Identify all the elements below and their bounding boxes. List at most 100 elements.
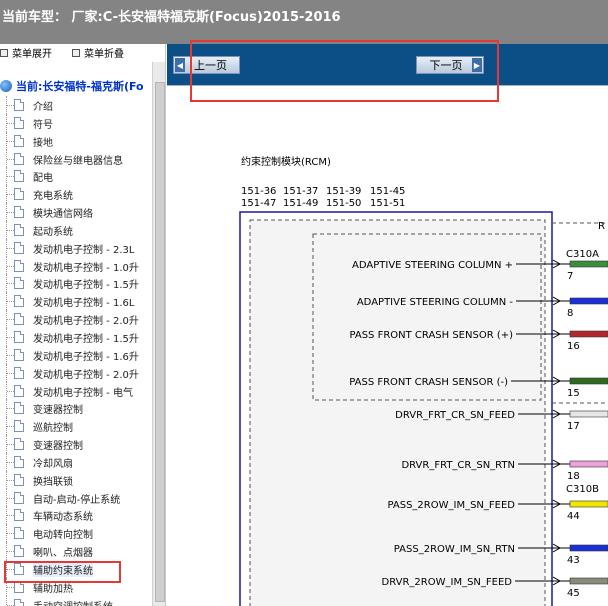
tree-item[interactable]: 模块通信网络 [0, 203, 152, 221]
tree-item[interactable]: 手动空调控制系统 [0, 595, 152, 606]
tree-item[interactable]: 发动机电子控制 - 2.3L [0, 238, 152, 257]
tree-item[interactable]: 发动机电子控制 - 2.0升 [0, 310, 152, 328]
wire [569, 544, 608, 552]
tree-item[interactable]: 变速器控制 [0, 435, 152, 453]
wire [569, 330, 608, 338]
tree-item[interactable]: 接地 [0, 131, 152, 150]
document-icon [14, 206, 24, 219]
tree-connector [7, 212, 14, 214]
pins-top-row: 151-36 151-37 151-39 151-45 [241, 186, 405, 197]
pins-bottom-row: 151-47 151-49 151-50 151-51 [241, 198, 405, 209]
tree-item[interactable]: 发动机电子控制 - 1.5升 [0, 274, 152, 293]
tree-connector [7, 336, 14, 338]
document-icon [14, 116, 24, 129]
pin-label-top: 151-37 [283, 186, 318, 197]
tree-item[interactable]: 发动机电子控制 - 2.0升 [0, 363, 152, 382]
tree-connector [7, 497, 14, 499]
globe-icon [0, 80, 12, 92]
tree-item[interactable]: 喇叭、点烟器 [0, 542, 152, 560]
tree-connector [7, 158, 14, 160]
tree-item[interactable]: 发动机电子控制 - 1.5升 [0, 327, 152, 346]
wiring-diagram: 约束控制模块(RCM) 151-36 151-37 151-39 151-45 151… [167, 85, 608, 606]
tree-item[interactable]: 冷却风扇 [0, 452, 152, 471]
tree-item[interactable]: 换挡联锁 [0, 470, 152, 489]
tree-item[interactable]: 发动机电子控制 - 1.0升 [0, 256, 152, 275]
wire [569, 577, 608, 585]
tree-item-label: 变速器控制 [33, 441, 83, 453]
wire [569, 377, 608, 385]
signal-label: DRVR_FRT_CR_SN_RTN [401, 460, 515, 471]
tree-item-label: 充电系统 [33, 191, 73, 203]
document-icon [14, 348, 24, 361]
tree-item[interactable]: 符号 [0, 113, 152, 132]
tree-item-label: 模块通信网络 [33, 209, 93, 221]
pin-number: 17 [567, 421, 580, 432]
collapse-icon [72, 48, 80, 57]
pin-number: 8 [567, 308, 573, 319]
document-icon [14, 598, 24, 606]
collapse-menu-button[interactable]: 菜单折叠 [72, 45, 124, 60]
document-icon [14, 366, 24, 379]
document-icon [14, 134, 24, 147]
expand-menu-label: 菜单展开 [12, 49, 52, 60]
tree-connector [7, 479, 14, 481]
tree-item-label: 介绍 [33, 102, 53, 113]
tree-item-label: 接地 [33, 137, 53, 149]
tree-item[interactable]: 起动系统 [0, 220, 152, 239]
tree-connector [7, 586, 14, 588]
signal-label: PASS_2ROW_IM_SN_FEED [388, 500, 516, 511]
wire [569, 410, 608, 418]
tree-item-label: 发动机电子控制 - 2.0升 [33, 369, 139, 381]
main-viewer: ◀ 上一页 下一页 ▶ 约束控制模块(RCM) 151-36 151-37 151-… [167, 44, 608, 606]
expand-icon [0, 48, 8, 57]
tree-item-label: 发动机电子控制 - 2.0升 [33, 316, 139, 328]
tree-root[interactable]: 当前:长安福特-福克斯(Fo [0, 78, 144, 94]
module-title: 约束控制模块(RCM) [241, 155, 331, 168]
tree-connector [7, 408, 14, 410]
document-icon [14, 527, 24, 540]
signal-label: ADAPTIVE STEERING COLUMN + [352, 260, 513, 271]
pin-label-top: 151-45 [370, 186, 405, 197]
tree-item[interactable]: 配电 [0, 167, 152, 186]
document-icon [14, 384, 24, 397]
highlight-active-item-box [4, 561, 121, 583]
tree-item-label: 发动机电子控制 - 1.6升 [33, 351, 139, 363]
tree-item-label: 冷却风扇 [33, 458, 73, 470]
tree-item[interactable]: 发动机电子控制 - 1.6升 [0, 345, 152, 364]
tree-item-label: 配电 [33, 173, 53, 185]
scrollbar-thumb[interactable] [155, 82, 165, 602]
tree-item[interactable]: 电动转向控制 [0, 524, 152, 543]
tree-item-label: 发动机电子控制 - 1.0升 [33, 262, 139, 274]
tree-item[interactable]: 介绍 [0, 96, 152, 114]
document-icon [14, 241, 24, 254]
tree-connector [7, 105, 14, 106]
tree-item[interactable]: 自动-启动-停止系统 [0, 488, 152, 507]
document-icon [14, 277, 24, 290]
tree-item-label: 保险丝与继电器信息 [33, 155, 123, 167]
pin-label-top: 151-39 [326, 186, 361, 197]
tree-item[interactable]: 充电系统 [0, 185, 152, 204]
document-icon [14, 455, 24, 468]
document-icon [14, 170, 24, 183]
tree-item-label: 符号 [33, 119, 53, 131]
tree-item[interactable]: 发动机电子控制 - 电气 [0, 381, 152, 400]
sidebar-scrollbar[interactable] [152, 62, 165, 606]
tree-item-label: 喇叭、点烟器 [33, 548, 93, 560]
connector-a-label: C310A [566, 249, 599, 260]
document-icon [14, 330, 24, 343]
signal-label: PASS_2ROW_IM_SN_RTN [394, 544, 515, 555]
signal-label: ADAPTIVE STEERING COLUMN - [357, 297, 514, 308]
tree-item[interactable]: 车辆动态系统 [0, 506, 152, 525]
tree-item-label: 发动机电子控制 - 1.5升 [33, 280, 139, 292]
tree-connector [7, 265, 14, 267]
tree-item[interactable]: 巡航控制 [0, 417, 152, 436]
tree-connector [7, 229, 14, 231]
tree-connector [7, 140, 14, 142]
tree-connector [7, 444, 14, 446]
tree-item[interactable]: 变速器控制 [0, 399, 152, 418]
right-label: R [598, 221, 605, 232]
tree-item-label: 换挡联锁 [33, 476, 73, 488]
tree-item[interactable]: 保险丝与继电器信息 [0, 149, 152, 168]
expand-menu-button[interactable]: 菜单展开 [0, 45, 52, 60]
tree-item[interactable]: 发动机电子控制 - 1.6L [0, 292, 152, 311]
